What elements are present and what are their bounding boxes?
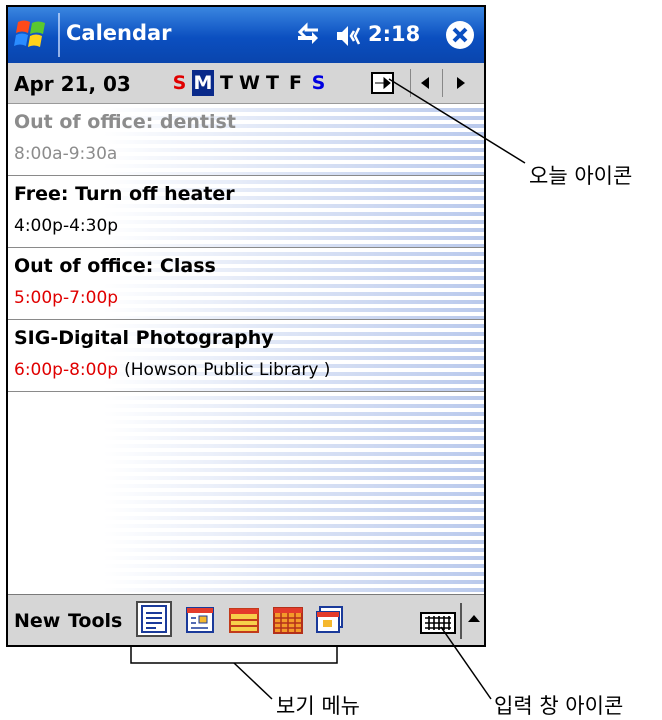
close-icon[interactable] <box>444 19 476 51</box>
input-separator <box>460 603 462 639</box>
tools-menu[interactable]: Tools <box>68 610 122 632</box>
new-menu[interactable]: New <box>14 610 60 632</box>
appointment-title: Free: Turn off heater <box>14 183 235 205</box>
agenda-view-icon[interactable] <box>136 601 172 637</box>
appointment-time: 8:00a-9:30a <box>14 144 118 164</box>
title-bar: Calendar 2:18 <box>8 7 484 63</box>
today-icon[interactable] <box>370 70 396 96</box>
day-view-icon[interactable] <box>184 604 216 636</box>
weekday-mon[interactable]: M <box>192 70 214 96</box>
app-title: Calendar <box>66 21 172 45</box>
appointment-title: SIG-Digital Photography <box>14 327 274 349</box>
appointment-location: (Howson Public Library ) <box>124 360 331 380</box>
appointment-time-value: 6:00p-8:00p <box>14 360 119 380</box>
weekday-tue[interactable]: T <box>215 70 238 96</box>
date-bar: Apr 21, 03 S M T W T F S <box>8 63 484 104</box>
previous-arrow-icon[interactable] <box>410 69 439 97</box>
appointment-item[interactable]: Out of office: Class 5:00p-7:00p <box>8 248 484 320</box>
weekday-sat[interactable]: S <box>307 70 330 96</box>
volume-icon[interactable] <box>334 23 364 49</box>
input-panel-icon-callout: 입력 창 아이콘 <box>494 694 624 718</box>
appointment-title: Out of office: dentist <box>14 111 236 133</box>
weekday-sun[interactable]: S <box>168 70 191 96</box>
month-view-icon[interactable] <box>272 604 304 636</box>
week-strip: S M T W T F S <box>168 70 330 96</box>
appointment-title: Out of office: Class <box>14 255 216 277</box>
pocket-pc-screen: Calendar 2:18 Apr 21, 03 S M T W T F S O… <box>6 5 486 647</box>
view-menu-callout: 보기 메뉴 <box>276 694 360 718</box>
appointment-time: 5:00p-7:00p <box>14 288 118 308</box>
appointment-item[interactable]: Free: Turn off heater 4:00p-4:30p <box>8 176 484 248</box>
clock[interactable]: 2:18 <box>368 22 420 46</box>
week-view-icon[interactable] <box>228 604 260 636</box>
appointment-time: 6:00p-8:00p (Howson Public Library ) <box>14 360 330 380</box>
start-menu-icon[interactable] <box>12 16 52 54</box>
appointment-time: 4:00p-4:30p <box>14 216 119 236</box>
current-date[interactable]: Apr 21, 03 <box>14 72 131 96</box>
connectivity-icon[interactable] <box>294 22 322 48</box>
year-view-icon[interactable] <box>314 604 346 636</box>
next-arrow-icon[interactable] <box>442 69 477 97</box>
weekday-thu[interactable]: T <box>261 70 284 96</box>
title-divider <box>58 13 60 57</box>
weekday-wed[interactable]: W <box>238 70 261 96</box>
appointment-list[interactable]: Out of office: dentist 8:00a-9:30a Free:… <box>8 104 484 594</box>
weekday-fri[interactable]: F <box>284 70 307 96</box>
appointment-time-value: 5:00p-7:00p <box>14 288 119 308</box>
today-icon-callout: 오늘 아이콘 <box>529 164 633 188</box>
keyboard-icon[interactable] <box>420 610 456 636</box>
appointment-item[interactable]: Out of office: dentist 8:00a-9:30a <box>8 104 484 176</box>
input-selector-arrow-icon[interactable] <box>466 609 482 629</box>
command-bar: New Tools <box>8 594 484 645</box>
appointment-item[interactable]: SIG-Digital Photography 6:00p-8:00p (Hows… <box>8 320 484 392</box>
